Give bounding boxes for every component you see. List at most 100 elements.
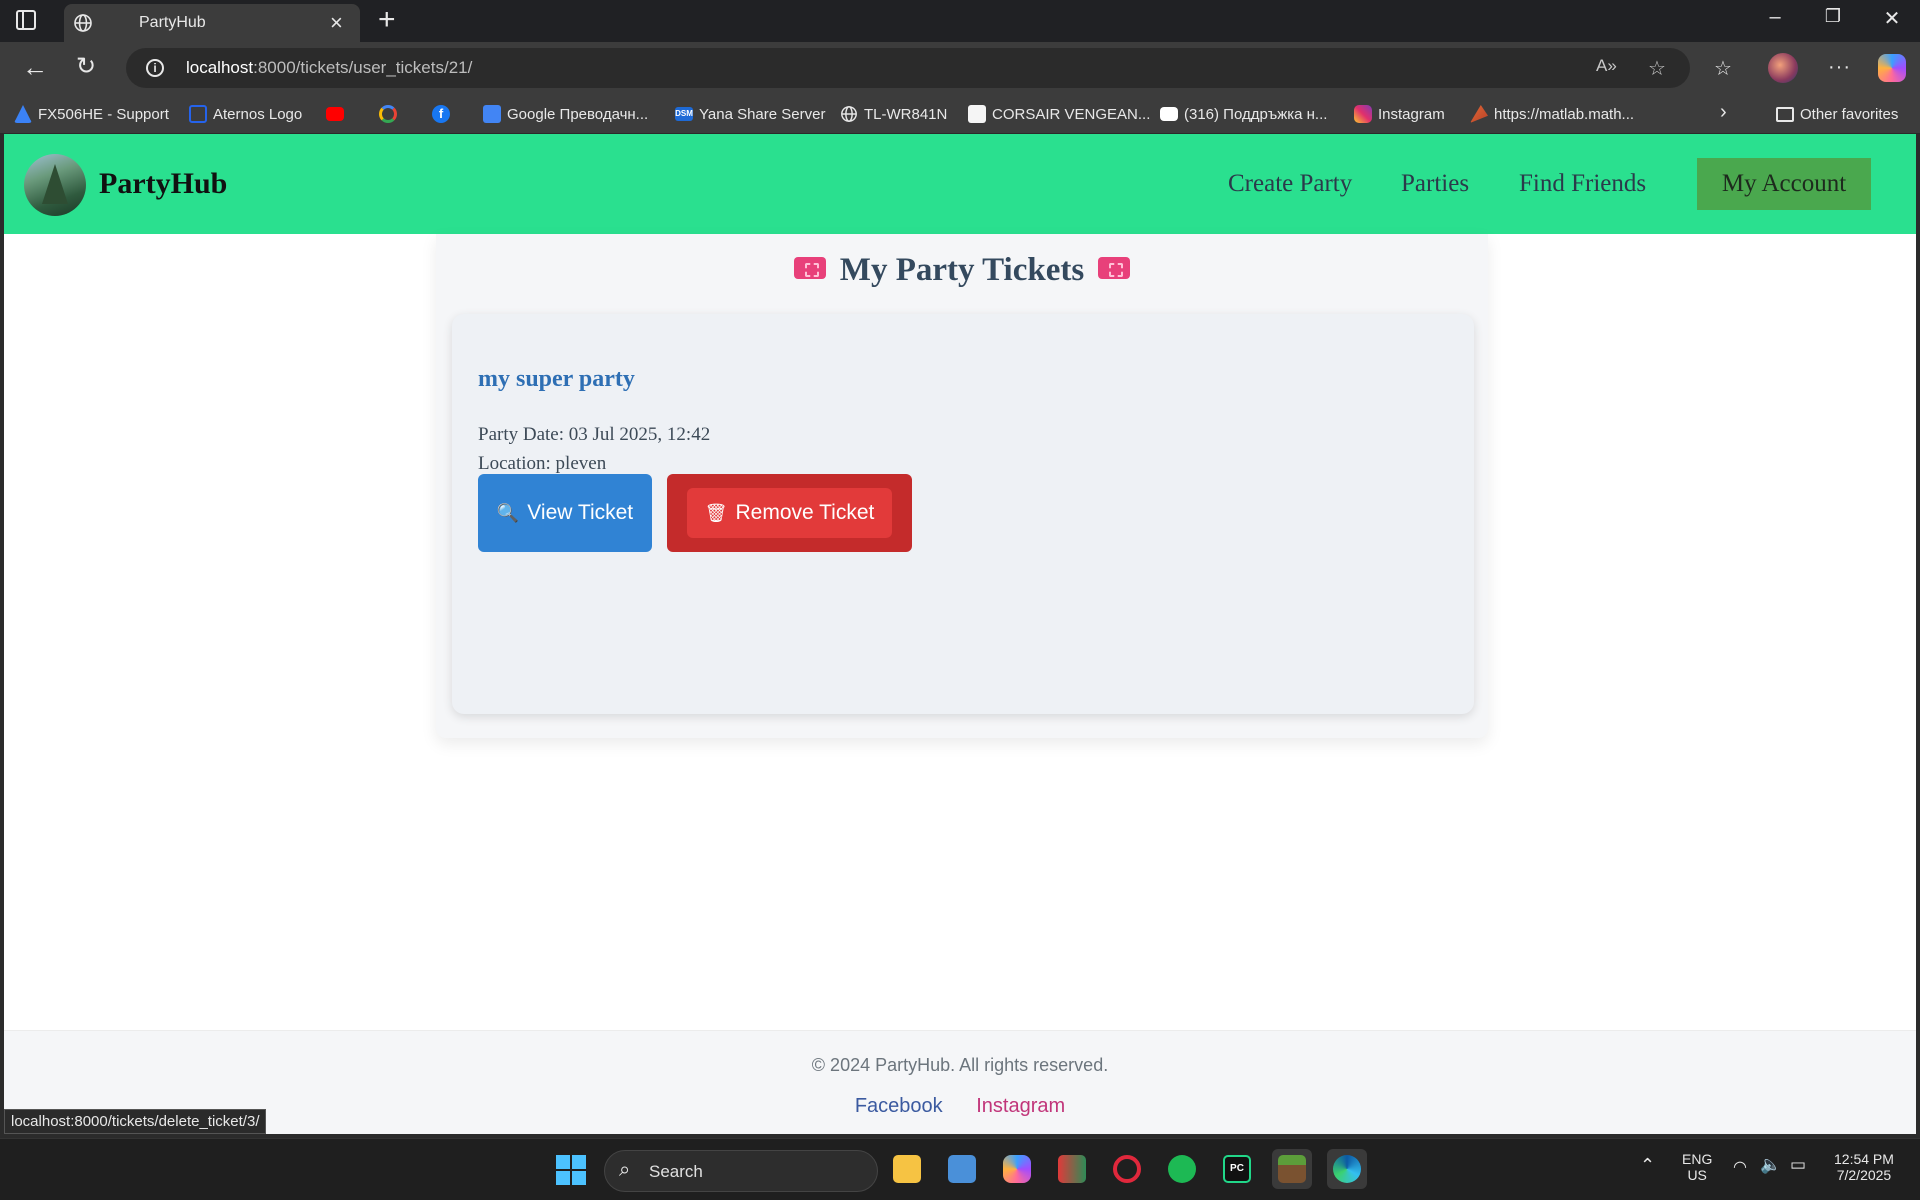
favorite-item[interactable]: TL-WR841N bbox=[840, 104, 947, 124]
browser-tab-bar: PartyHub × + – ❐ ✕ bbox=[0, 0, 1920, 42]
tab-actions-icon[interactable] bbox=[16, 10, 36, 30]
office-app-icon[interactable] bbox=[1052, 1149, 1092, 1189]
language-indicator[interactable]: ENG US bbox=[1682, 1151, 1712, 1183]
favorite-label: FX506HE - Support bbox=[38, 105, 169, 123]
other-favorites[interactable]: Other favorites bbox=[1776, 104, 1898, 124]
site-logo[interactable] bbox=[24, 154, 86, 216]
favorite-item[interactable]: (316) Поддръжка н... bbox=[1160, 104, 1327, 124]
minimize-icon[interactable]: – bbox=[1760, 6, 1790, 29]
remove-ticket-button[interactable]: 🗑 Remove Ticket bbox=[687, 488, 892, 538]
chevron-right-icon[interactable]: › bbox=[1720, 101, 1727, 123]
aternos-icon bbox=[189, 105, 207, 123]
back-icon[interactable]: ← bbox=[22, 54, 48, 80]
taskbar-search[interactable]: ⌕ Search bbox=[604, 1150, 878, 1192]
restore-icon[interactable]: ❐ bbox=[1818, 6, 1848, 27]
instagram-icon bbox=[1354, 105, 1372, 123]
ticket-card: my super party Party Date: 03 Jul 2025, … bbox=[452, 314, 1474, 714]
tray-chevron-up-icon[interactable]: ⌃ bbox=[1640, 1155, 1655, 1176]
google-translate-icon bbox=[483, 105, 501, 123]
view-ticket-button[interactable]: 🔍 View Ticket bbox=[478, 474, 652, 552]
link-status-bar: localhost:8000/tickets/delete_ticket/3/ bbox=[4, 1109, 267, 1134]
control-panel-icon[interactable] bbox=[942, 1149, 982, 1189]
battery-icon[interactable]: ▭ bbox=[1790, 1155, 1806, 1175]
folder-icon bbox=[1776, 106, 1794, 122]
page-title: My Party Tickets bbox=[436, 252, 1488, 289]
new-tab-icon[interactable]: + bbox=[378, 4, 396, 36]
favorite-item[interactable]: https://matlab.math... bbox=[1470, 104, 1634, 124]
url-text[interactable]: localhost:8000/tickets/user_tickets/21/ bbox=[186, 58, 472, 78]
asus-icon bbox=[14, 105, 32, 123]
ticket-party-name: my super party bbox=[478, 366, 635, 392]
close-tab-icon[interactable]: × bbox=[330, 11, 343, 35]
youtube-icon bbox=[1160, 107, 1178, 121]
favorite-item[interactable]: Instagram bbox=[1354, 104, 1445, 124]
ticket-icon bbox=[793, 257, 826, 280]
spotify-icon[interactable] bbox=[1162, 1149, 1202, 1189]
ticket-location: Location: pleven bbox=[478, 453, 607, 474]
favorites-icon[interactable]: ☆ bbox=[1714, 56, 1732, 81]
favorite-item[interactable]: CORSAIR VENGEAN... bbox=[968, 104, 1150, 124]
site-footer: © 2024 PartyHub. All rights reserved. Fa… bbox=[4, 1030, 1916, 1134]
nav-create-party[interactable]: Create Party bbox=[1228, 170, 1352, 198]
taskbar: ⌕ Search PC ⌃ ENG US ◠ 🔈 ▭ 12:54 PM 7/2/… bbox=[0, 1138, 1920, 1200]
favorite-label: (316) Поддръжка н... bbox=[1184, 105, 1328, 123]
browser-tab-partyhub[interactable]: PartyHub × bbox=[64, 4, 360, 42]
youtube-icon bbox=[326, 107, 344, 121]
brand-name[interactable]: PartyHub bbox=[99, 167, 227, 201]
favorite-item[interactable]: Google Преводачн... bbox=[483, 104, 648, 124]
site-info-icon[interactable]: i bbox=[146, 59, 164, 77]
clock-time: 12:54 PM bbox=[1834, 1151, 1894, 1167]
address-bar[interactable]: i localhost:8000/tickets/user_tickets/21… bbox=[126, 48, 1690, 88]
favorite-item[interactable]: FX506HE - Support bbox=[14, 104, 169, 124]
clock-date: 7/2/2025 bbox=[1836, 1167, 1892, 1183]
more-options-icon[interactable]: ··· bbox=[1828, 56, 1851, 79]
page-title-text: My Party Tickets bbox=[839, 252, 1085, 288]
favorite-label: CORSAIR VENGEAN... bbox=[992, 105, 1151, 123]
favorite-label: Google Преводачн... bbox=[507, 105, 649, 123]
page-viewport: PartyHub Create Party Parties Find Frien… bbox=[4, 134, 1916, 1134]
google-icon bbox=[379, 105, 397, 123]
dsm-icon: DSM bbox=[675, 107, 693, 121]
favorite-label: https://matlab.math... bbox=[1494, 105, 1635, 123]
trash-icon: 🗑 bbox=[704, 502, 728, 524]
nav-parties[interactable]: Parties bbox=[1401, 170, 1469, 198]
ticket-icon bbox=[1098, 257, 1131, 280]
globe-icon bbox=[841, 106, 857, 122]
pycharm-icon[interactable]: PC bbox=[1217, 1149, 1257, 1189]
footer-instagram-link[interactable]: Instagram bbox=[976, 1095, 1065, 1117]
edge-icon[interactable] bbox=[1327, 1149, 1367, 1189]
favorite-item[interactable]: f bbox=[432, 104, 450, 124]
favorite-item[interactable]: DSM Yana Share Server bbox=[675, 104, 825, 124]
favorite-label: Yana Share Server bbox=[699, 105, 826, 123]
tab-title: PartyHub bbox=[139, 14, 206, 31]
view-ticket-label: View Ticket bbox=[527, 501, 634, 524]
copilot-app-icon[interactable] bbox=[997, 1149, 1037, 1189]
magnifier-icon: 🔍 bbox=[496, 502, 520, 524]
footer-copyright: © 2024 PartyHub. All rights reserved. bbox=[811, 1055, 1109, 1075]
profile-avatar[interactable] bbox=[1768, 53, 1798, 83]
copilot-icon[interactable] bbox=[1878, 54, 1906, 82]
file-explorer-icon[interactable] bbox=[887, 1149, 927, 1189]
clock[interactable]: 12:54 PM 7/2/2025 bbox=[1834, 1151, 1894, 1183]
my-account-button[interactable]: My Account bbox=[1697, 158, 1871, 210]
address-toolbar: ← ↻ i localhost:8000/tickets/user_ticket… bbox=[0, 42, 1920, 94]
matlab-icon bbox=[1470, 105, 1488, 123]
wifi-icon[interactable]: ◠ bbox=[1733, 1157, 1747, 1177]
minecraft-icon[interactable] bbox=[1272, 1149, 1312, 1189]
footer-facebook-link[interactable]: Facebook bbox=[855, 1095, 943, 1117]
favorite-star-icon[interactable]: ☆ bbox=[1648, 56, 1666, 81]
read-aloud-icon[interactable]: A» bbox=[1596, 56, 1617, 76]
start-icon[interactable] bbox=[556, 1155, 586, 1185]
volume-icon[interactable]: 🔈 bbox=[1760, 1155, 1781, 1175]
window-close-icon[interactable]: ✕ bbox=[1877, 6, 1907, 31]
favorite-label: TL-WR841N bbox=[864, 105, 948, 123]
favorite-item[interactable]: Aternos Logo bbox=[189, 104, 302, 124]
favorite-item[interactable] bbox=[379, 104, 397, 124]
nav-find-friends[interactable]: Find Friends bbox=[1519, 170, 1646, 198]
remove-ticket-label: Remove Ticket bbox=[735, 501, 875, 524]
language-code: ENG bbox=[1682, 1151, 1713, 1167]
favorite-item[interactable] bbox=[326, 104, 344, 124]
opera-icon[interactable] bbox=[1107, 1149, 1147, 1189]
globe-icon bbox=[74, 14, 92, 32]
reload-icon[interactable]: ↻ bbox=[76, 54, 96, 80]
